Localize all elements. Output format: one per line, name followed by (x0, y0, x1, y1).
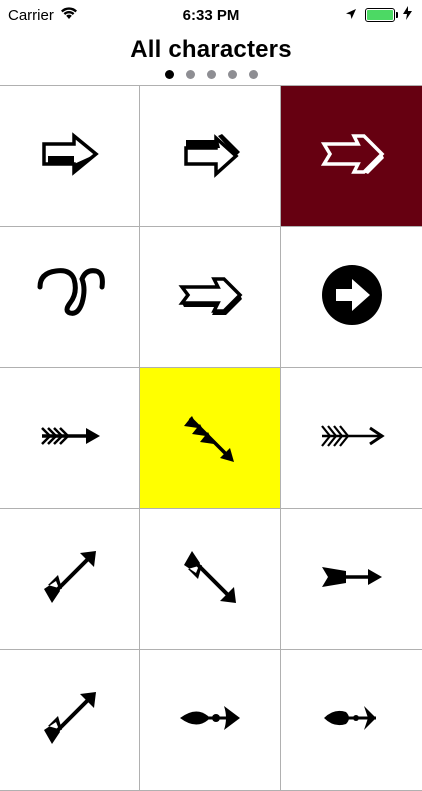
character-cell[interactable] (0, 227, 140, 368)
page-dot[interactable] (227, 70, 237, 79)
character-cell[interactable] (0, 509, 140, 650)
wifi-icon (60, 6, 78, 24)
notched-outline-arrow-icon (174, 259, 246, 336)
up-right-arrow-icon (34, 541, 106, 618)
character-grid (0, 85, 422, 791)
character-cell[interactable] (0, 650, 140, 791)
battery-icon (365, 8, 398, 22)
character-cell[interactable] (0, 86, 140, 227)
status-left: Carrier (8, 6, 78, 24)
character-cell[interactable] (0, 368, 140, 509)
character-cell[interactable] (281, 86, 422, 227)
page-title: All characters (130, 36, 292, 63)
location-arrow-icon (345, 7, 357, 24)
long-feathered-arrow-icon (316, 400, 388, 477)
up-right-arrow-icon (34, 682, 106, 759)
character-cell[interactable] (140, 650, 281, 791)
feathered-arrow-icon (34, 400, 106, 477)
heavy-right-arrow-icon (316, 541, 388, 618)
battery-level (367, 10, 393, 20)
drop-arrow-icon (316, 682, 388, 759)
character-cell[interactable] (281, 509, 422, 650)
down-right-arrow-icon (174, 541, 246, 618)
character-cell[interactable] (281, 368, 422, 509)
character-cell[interactable] (281, 227, 422, 368)
fleur-arrow-icon (174, 682, 246, 759)
character-cell[interactable] (140, 368, 281, 509)
character-cell[interactable] (140, 509, 281, 650)
character-cell[interactable] (281, 650, 422, 791)
black-notched-arrow-icon (34, 118, 106, 195)
page-dot[interactable] (164, 70, 174, 79)
page-dot[interactable] (185, 70, 195, 79)
diagonal-feathered-arrow-icon (174, 400, 246, 477)
page-indicator[interactable] (0, 70, 422, 79)
status-right (345, 6, 412, 24)
character-cell[interactable] (140, 227, 281, 368)
status-bar: Carrier 6:33 PM (0, 0, 422, 30)
white-flag-arrow-icon (174, 118, 246, 195)
character-cell[interactable] (140, 86, 281, 227)
page-dot[interactable] (248, 70, 258, 79)
page-dot[interactable] (206, 70, 216, 79)
circled-arrow-icon (316, 259, 388, 336)
loop-icon (34, 259, 106, 336)
white-outlined-arrow-icon (316, 118, 388, 195)
charging-icon (403, 6, 412, 24)
carrier-label: Carrier (8, 6, 54, 24)
